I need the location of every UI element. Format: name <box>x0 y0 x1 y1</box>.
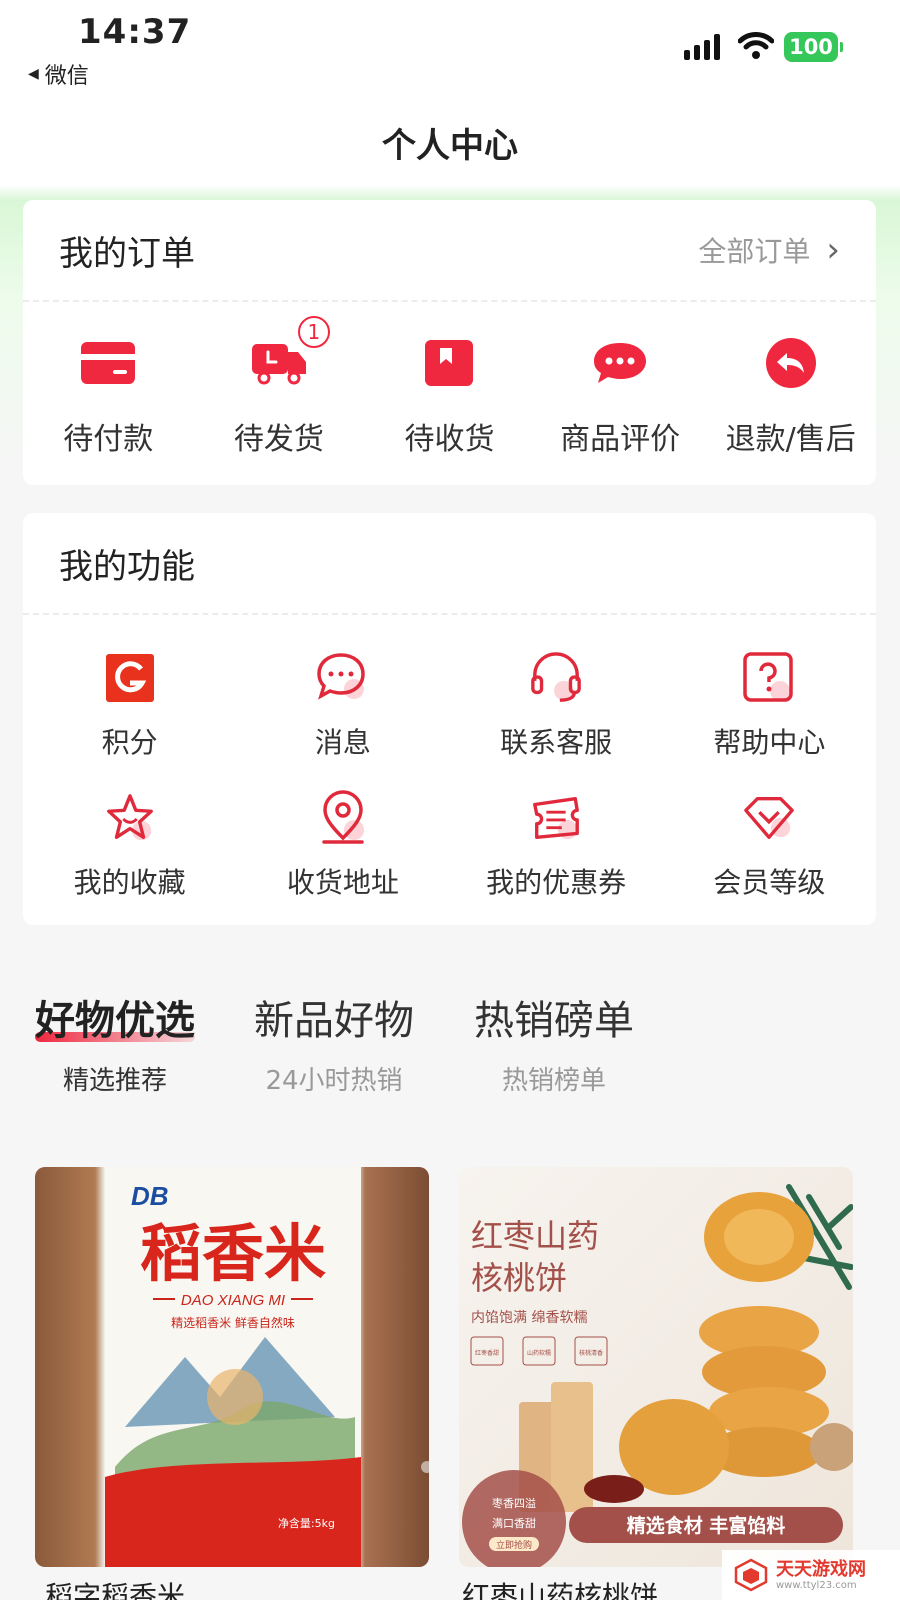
cake-subtitle: 内馅饱满 绵香软糯 <box>471 1309 587 1326</box>
back-triangle-icon: ◀ <box>28 66 39 82</box>
tab-selected[interactable]: 好物优选 精选推荐 <box>35 988 195 1097</box>
order-refund[interactable]: 退款/售后 <box>705 332 876 458</box>
order-label: 退款/售后 <box>725 422 856 457</box>
func-points[interactable]: 积分 <box>23 651 236 761</box>
rice-title: 稻香米 <box>140 1217 326 1290</box>
order-pending-shipment[interactable]: 1 待发货 <box>194 316 365 458</box>
help-icon <box>742 651 796 705</box>
chat-bubble-icon <box>589 332 651 394</box>
my-orders-card: 我的订单 全部订单 › 待付款 1 待发货 待收货 商品评价 退款/售后 <box>23 200 876 485</box>
product-name[interactable]: 稻字稻香米 <box>45 1575 185 1600</box>
points-g-icon <box>103 651 157 705</box>
battery-icon: 100 <box>784 32 843 62</box>
cake-tag: 核桃清香 <box>579 1349 603 1357</box>
walnut-cake-image: 红枣山药 核桃饼 内馅饱满 绵香软糯 红枣香甜 山药软糯 核桃清香 枣香四溢 满… <box>462 1184 853 1567</box>
func-label: 收货地址 <box>286 866 399 899</box>
cake-buy-button: 立即抢购 <box>496 1539 532 1551</box>
cake-tag: 红枣香甜 <box>475 1349 499 1357</box>
site-watermark: 天天游戏网 www.ttyl23.com <box>722 1550 900 1600</box>
product-tabs: 好物优选 精选推荐 新品好物 24小时热销 热销磅单 热销榜单 <box>0 988 900 1096</box>
back-app-label: 微信 <box>44 64 89 89</box>
status-bar: 14:37 ◀ 微信 100 <box>0 0 900 100</box>
star-icon <box>103 791 157 845</box>
rice-weight: 净含量:5kg <box>278 1516 335 1530</box>
func-label: 我的优惠券 <box>486 866 627 899</box>
shipment-count-badge: 1 <box>297 316 330 348</box>
orders-header: 我的订单 全部订单 › <box>23 200 876 302</box>
watermark-logo-icon <box>734 1558 768 1592</box>
orders-title: 我的订单 <box>59 233 195 274</box>
order-label: 商品评价 <box>560 422 681 457</box>
func-messages[interactable]: 消息 <box>236 651 449 761</box>
tab-title: 好物优选 <box>35 988 195 1046</box>
tab-title: 热销磅单 <box>474 998 634 1044</box>
coupon-icon <box>529 791 583 845</box>
wallet-icon <box>77 332 139 394</box>
page-title: 个人中心 <box>382 126 518 166</box>
func-label: 我的收藏 <box>73 866 186 899</box>
functions-grid: 积分 消息 联系客服 帮助中心 我的收藏 收货地址 我的优惠券 会员等级 <box>23 615 876 901</box>
order-pending-receipt[interactable]: 待收货 <box>364 332 535 458</box>
rice-tagline: 精选稻香米 鲜香自然味 <box>171 1315 295 1330</box>
rice-bag-image: DB 稻香米 DAO XIANG MI 精选稻香米 鲜香自然味 净含量:5kg <box>105 1167 429 1567</box>
tab-new-products[interactable]: 新品好物 24小时热销 <box>254 988 414 1097</box>
back-to-wechat[interactable]: ◀ 微信 <box>28 58 89 90</box>
func-label: 积分 <box>101 726 158 759</box>
order-label: 待付款 <box>63 422 154 457</box>
func-coupons[interactable]: 我的优惠券 <box>450 791 663 901</box>
return-icon <box>760 332 822 394</box>
func-label: 联系客服 <box>500 726 613 759</box>
watermark-url: www.ttyl23.com <box>776 1579 857 1591</box>
diamond-icon <box>742 791 796 845</box>
func-customer-service[interactable]: 联系客服 <box>450 651 663 761</box>
all-orders-label: 全部订单 <box>698 235 811 268</box>
product-card-walnut-cake[interactable]: 红枣山药 核桃饼 内馅饱满 绵香软糯 红枣香甜 山药软糯 核桃清香 枣香四溢 满… <box>459 1167 853 1567</box>
cake-title-line2: 核桃饼 <box>471 1259 567 1297</box>
func-favorites[interactable]: 我的收藏 <box>23 791 236 901</box>
func-label: 消息 <box>314 726 371 759</box>
rice-pinyin: DAO XIANG MI <box>181 1292 285 1309</box>
functions-title: 我的功能 <box>59 546 195 587</box>
tab-hot-sales[interactable]: 热销磅单 热销榜单 <box>474 988 634 1097</box>
cake-circle-line2: 满口香甜 <box>492 1517 536 1530</box>
func-membership[interactable]: 会员等级 <box>663 791 876 901</box>
tab-title: 新品好物 <box>254 998 414 1044</box>
box-icon <box>418 332 480 394</box>
func-label: 会员等级 <box>713 866 826 899</box>
location-pin-icon <box>316 790 370 845</box>
func-label: 帮助中心 <box>713 726 826 759</box>
rice-brand: DB <box>131 1181 169 1211</box>
tab-subtitle: 热销榜单 <box>501 1066 606 1096</box>
status-time: 14:37 <box>78 12 192 52</box>
order-status-row: 待付款 1 待发货 待收货 商品评价 退款/售后 <box>23 302 876 458</box>
tab-subtitle: 24小时热销 <box>265 1066 403 1096</box>
wifi-icon <box>738 32 774 59</box>
order-label: 待收货 <box>404 422 495 457</box>
my-functions-card: 我的功能 积分 消息 联系客服 帮助中心 我的收藏 收货地址 我的优惠券 会员等… <box>23 513 876 925</box>
order-label: 待发货 <box>233 422 324 457</box>
chevron-right-icon: › <box>826 230 840 270</box>
product-card-rice[interactable]: DB 稻香米 DAO XIANG MI 精选稻香米 鲜香自然味 净含量:5kg <box>35 1167 429 1567</box>
tab-subtitle: 精选推荐 <box>62 1066 167 1096</box>
order-review[interactable]: 商品评价 <box>535 332 706 458</box>
all-orders-link[interactable]: 全部订单 › <box>698 230 840 270</box>
order-pending-payment[interactable]: 待付款 <box>23 332 194 458</box>
message-icon <box>316 651 370 705</box>
functions-header: 我的功能 <box>23 513 876 615</box>
cake-circle-line1: 枣香四溢 <box>492 1496 536 1510</box>
truck-icon: 1 <box>248 316 330 394</box>
watermark-name: 天天游戏网 <box>776 1558 866 1580</box>
cake-tag: 山药软糯 <box>527 1349 551 1357</box>
cake-title-line1: 红枣山药 <box>471 1217 599 1255</box>
func-address[interactable]: 收货地址 <box>236 790 449 901</box>
product-name[interactable]: 红枣山药核桃饼 <box>462 1575 658 1600</box>
signal-icon <box>684 34 720 60</box>
cake-banner: 精选食材 丰富馅料 <box>627 1514 786 1537</box>
headset-icon <box>529 651 583 705</box>
func-help-center[interactable]: 帮助中心 <box>663 651 876 761</box>
